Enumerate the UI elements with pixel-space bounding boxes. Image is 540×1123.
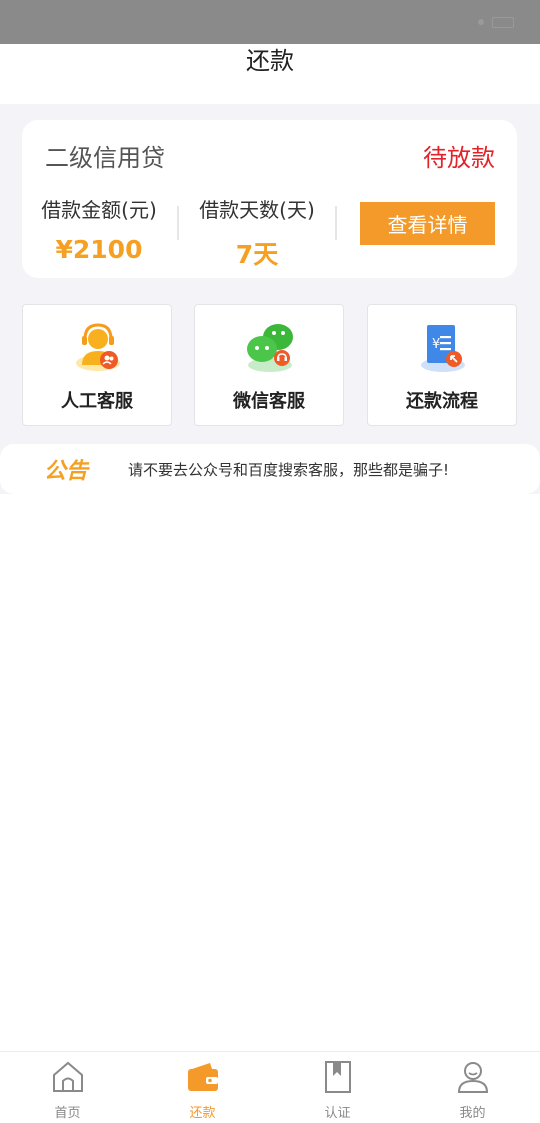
tile-label: 还款流程	[406, 391, 478, 412]
tab-label: 首页	[54, 1106, 81, 1121]
loan-product-name: 二级信用贷	[45, 144, 165, 172]
home-icon	[52, 1061, 83, 1092]
bookmark-icon	[324, 1061, 351, 1093]
tile-label: 人工客服	[61, 391, 133, 412]
wechat-icon	[247, 324, 293, 372]
loan-status-badge: 待放款	[423, 144, 495, 172]
tile-label: 微信客服	[233, 391, 305, 412]
wechat-service-tile[interactable]: 微信客服	[194, 304, 344, 426]
loan-amount-label: 借款金额(元)	[41, 198, 157, 222]
wallet-icon	[187, 1063, 218, 1091]
divider	[177, 206, 179, 240]
repayment-page: 还款 二级信用贷 待放款 借款金额(元) ¥2100 借款天数(天) 7天 查看…	[0, 0, 540, 1123]
status-icons	[478, 16, 514, 28]
header: 还款	[0, 44, 540, 104]
divider	[335, 206, 337, 240]
notice-bar: 公告 请不要去公众号和百度搜索客服，那些都是骗子!	[0, 444, 540, 494]
repayment-process-icon: ¥	[421, 325, 465, 372]
tab-label: 还款	[189, 1106, 216, 1121]
tab-label: 认证	[324, 1106, 351, 1121]
tab-label: 我的	[459, 1106, 486, 1121]
notice-text: 请不要去公众号和百度搜索客服，那些都是骗子!	[128, 460, 450, 479]
page-title: 还款	[246, 47, 294, 75]
loan-card: 二级信用贷 待放款 借款金额(元) ¥2100 借款天数(天) 7天 查看详情	[22, 120, 517, 278]
notice-tag: 公告	[44, 459, 89, 484]
user-icon	[457, 1062, 488, 1093]
tab-repayment[interactable]: 还款	[135, 1052, 270, 1123]
tab-home[interactable]: 首页	[0, 1052, 135, 1123]
loan-days-value: 7天	[235, 240, 279, 269]
repayment-process-tile[interactable]: ¥ 还款流程	[367, 304, 517, 426]
status-bar	[0, 0, 540, 44]
tab-mine[interactable]: 我的	[405, 1052, 540, 1123]
customer-service-icon	[76, 323, 120, 371]
signal-icon	[478, 19, 484, 25]
customer-service-tile[interactable]: 人工客服	[22, 304, 172, 426]
loan-days-label: 借款天数(天)	[199, 198, 315, 222]
loan-days: 借款天数(天) 7天	[182, 194, 332, 271]
view-details-button[interactable]: 查看详情	[360, 202, 495, 245]
bottom-tab-bar: 首页 还款 认证 我的	[0, 1051, 540, 1123]
svg-text:¥: ¥	[432, 337, 440, 352]
tab-verification[interactable]: 认证	[270, 1052, 405, 1123]
loan-amount-value: ¥2100	[55, 235, 143, 264]
loan-amount: 借款金额(元) ¥2100	[24, 194, 174, 264]
battery-icon	[492, 16, 514, 28]
